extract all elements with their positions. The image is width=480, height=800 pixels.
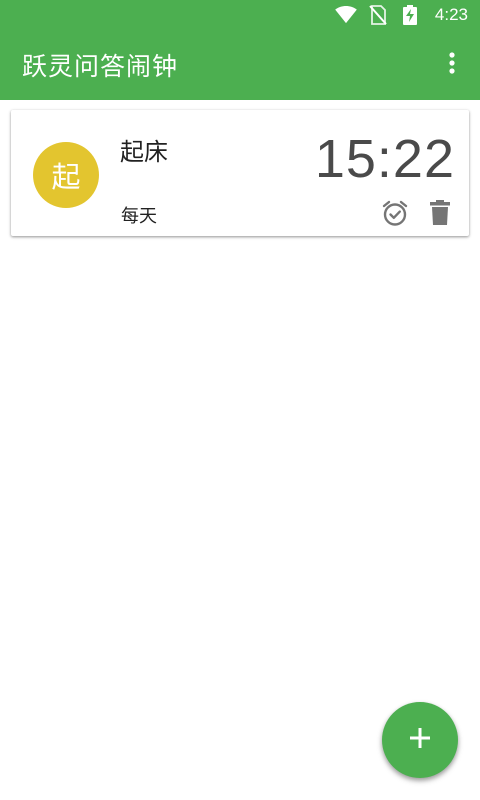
alarm-toggle-button[interactable] (380, 200, 410, 230)
app-bar: 跃灵问答闹钟 (0, 30, 480, 100)
status-time: 4:23 (434, 5, 468, 24)
more-vert-icon (448, 51, 456, 79)
alarm-check-icon (381, 199, 409, 231)
alarm-time[interactable]: 15:22 (315, 128, 455, 190)
alarm-card[interactable]: 起 起床 15:22 每天 (11, 110, 469, 236)
trash-icon (429, 200, 451, 230)
alarm-avatar: 起 (33, 142, 99, 208)
delete-alarm-button[interactable] (425, 200, 455, 230)
app-title: 跃灵问答闹钟 (22, 52, 179, 81)
battery-charging-icon (399, 4, 421, 26)
plus-icon (409, 727, 431, 753)
wifi-icon (335, 4, 357, 26)
status-bar: 4:23 (0, 0, 480, 30)
alarm-repeat: 每天 (121, 206, 157, 227)
alarm-list-screen: 4:23 跃灵问答闹钟 起 起床 15:22 每天 (0, 0, 480, 800)
overflow-menu-button[interactable] (434, 47, 470, 83)
no-sim-icon (367, 4, 389, 26)
add-alarm-button[interactable] (382, 702, 458, 778)
alarm-label: 起床 (120, 138, 168, 166)
